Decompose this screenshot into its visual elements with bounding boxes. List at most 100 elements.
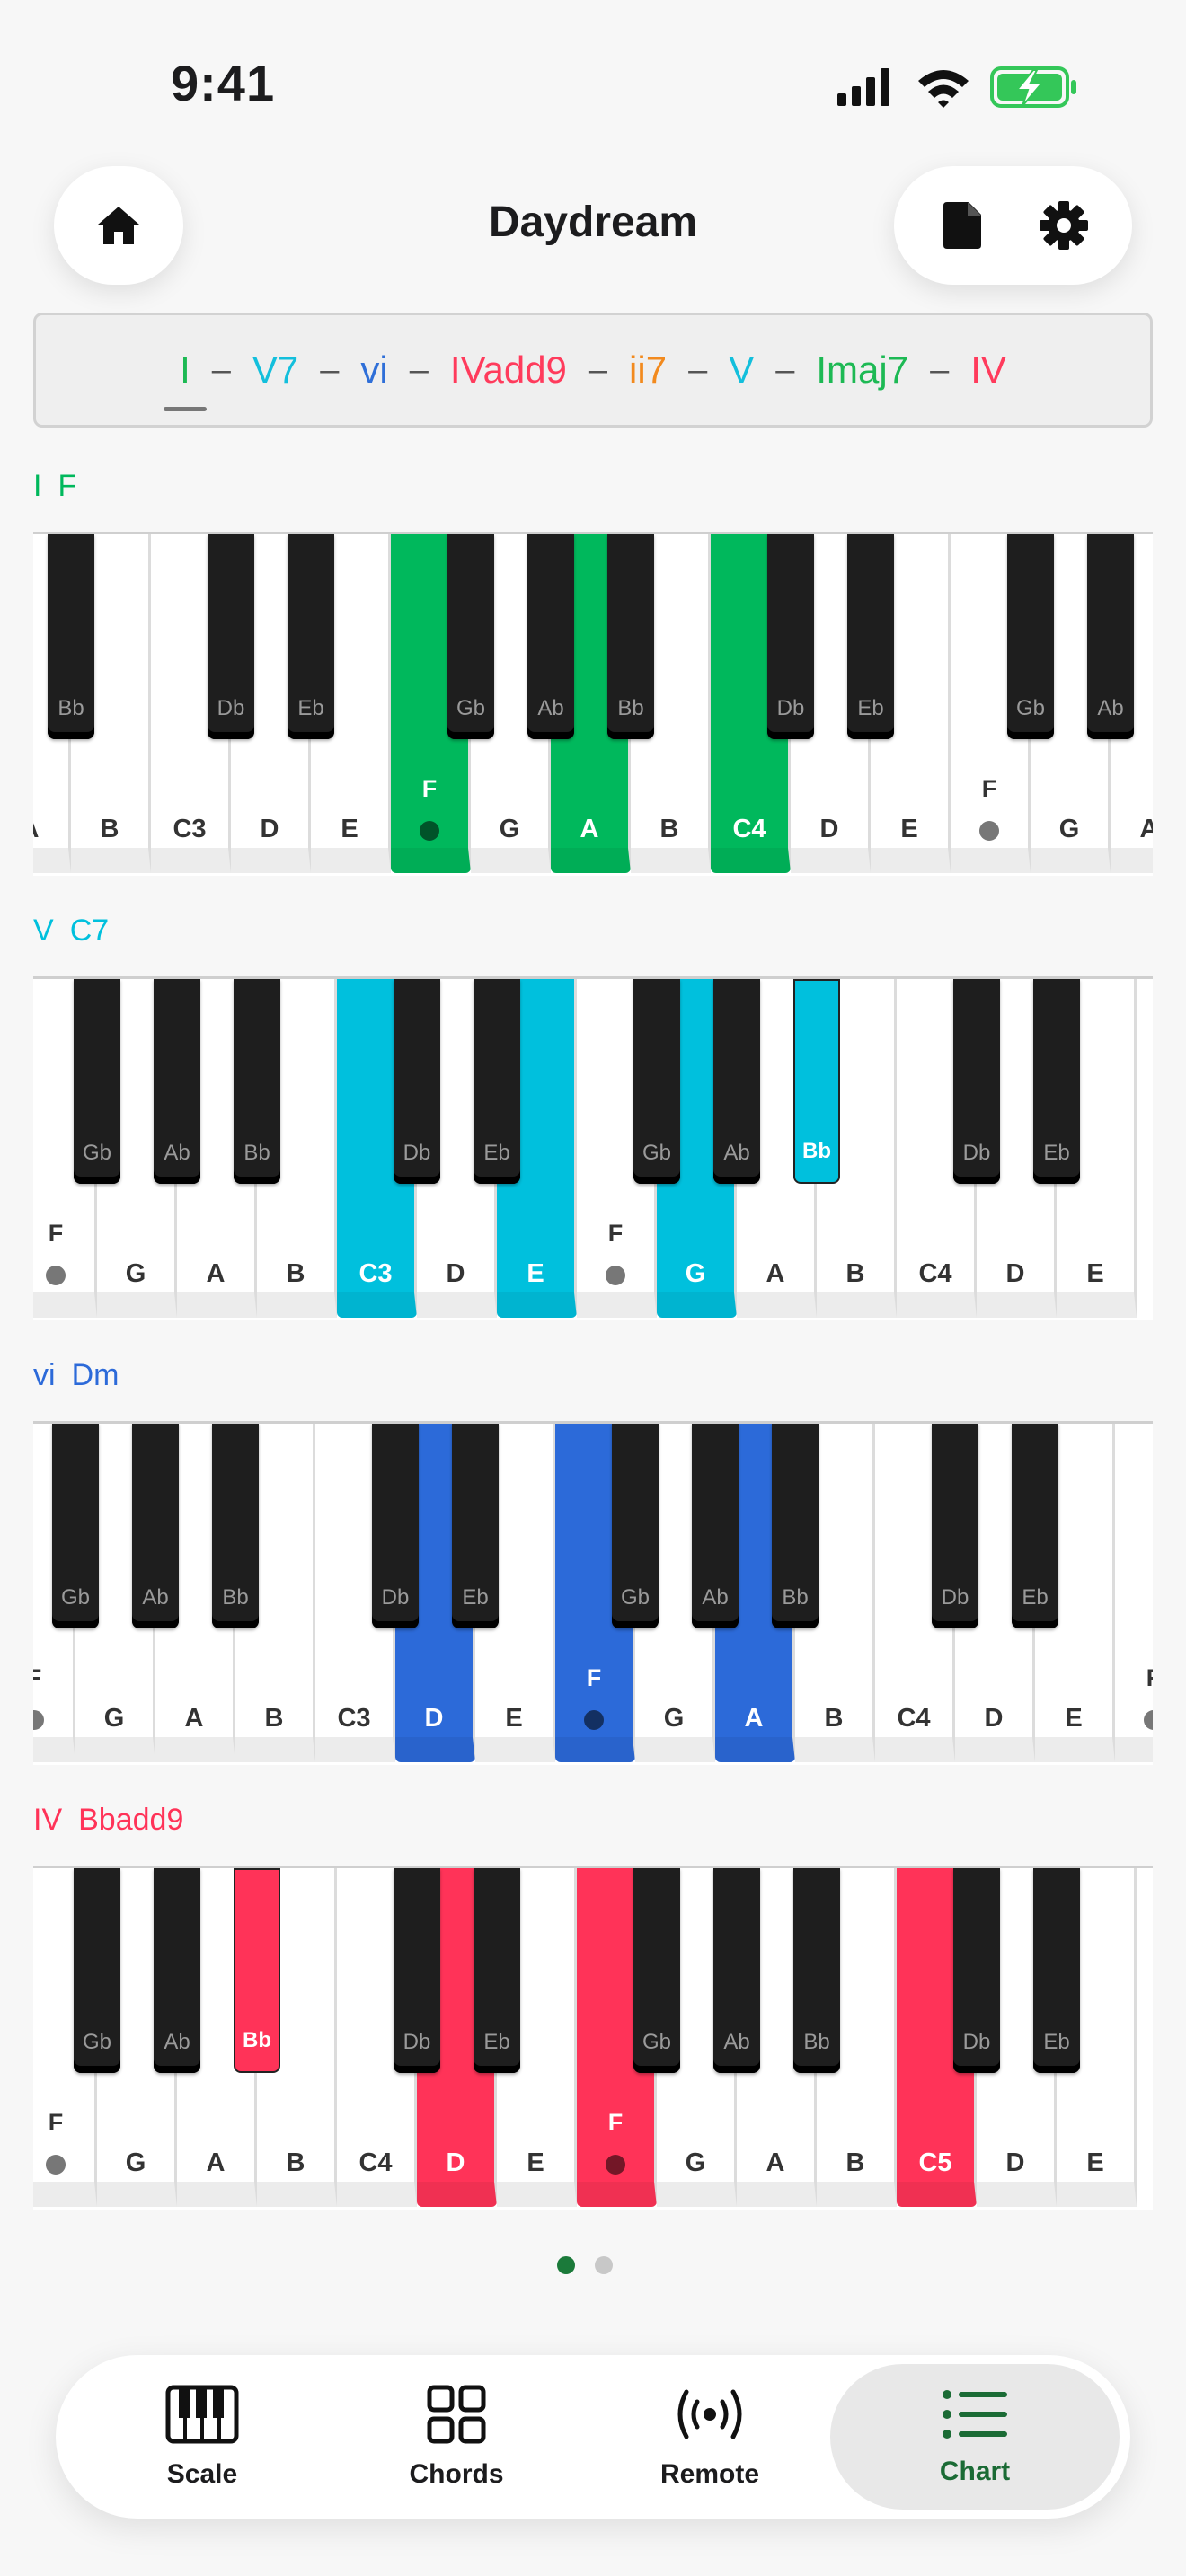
root-note-label: F <box>1115 1664 1153 1692</box>
chord-numeral: V <box>33 913 54 948</box>
white-key-label: C5 <box>918 2148 952 2177</box>
white-key-label: A <box>1111 815 1153 844</box>
tab-chords[interactable]: Chords <box>322 2364 591 2510</box>
black-key-label: Db <box>217 696 245 720</box>
black-key[interactable]: Db <box>208 534 254 739</box>
black-key[interactable]: Eb <box>474 1868 520 2073</box>
black-key[interactable]: Eb <box>1033 979 1080 1184</box>
black-key[interactable]: Gb <box>1007 534 1054 739</box>
tab-remote[interactable]: Remote <box>575 2364 845 2510</box>
black-key[interactable]: Bb <box>793 979 840 1184</box>
black-key-label: Ab <box>142 1585 169 1610</box>
white-key-label: A <box>580 815 599 843</box>
black-key-label: Ab <box>164 2030 190 2054</box>
black-key[interactable]: Bb <box>607 534 654 739</box>
piano-keyboard[interactable]: A B C3 D E F G A B C4 D E F G A Bb Db Eb Gb Ab Bb Db Eb Gb Ab <box>33 532 1153 876</box>
progression-separator: – <box>688 350 708 389</box>
white-key-label: A <box>744 1704 764 1733</box>
black-key[interactable]: Bb <box>772 1424 819 1628</box>
black-key[interactable]: Eb <box>1033 1868 1080 2073</box>
black-key[interactable]: Ab <box>154 979 200 1184</box>
black-key[interactable]: Ab <box>1087 534 1134 739</box>
white-key-label: B <box>659 815 679 843</box>
black-key[interactable]: Ab <box>132 1424 179 1628</box>
black-key[interactable]: Db <box>932 1424 978 1628</box>
black-key[interactable]: Bb <box>234 1868 280 2073</box>
gear-icon <box>1039 201 1088 250</box>
black-key[interactable]: Gb <box>633 979 680 1184</box>
white-key-label: C3 <box>173 815 207 843</box>
black-key[interactable]: Db <box>394 979 440 1184</box>
root-marker-dot <box>1144 1710 1153 1730</box>
home-button[interactable] <box>54 166 183 285</box>
black-key[interactable]: Gb <box>74 979 120 1184</box>
black-key[interactable]: Ab <box>692 1424 739 1628</box>
black-key-label: Gb <box>1015 696 1045 720</box>
root-marker-dot <box>420 821 439 841</box>
black-key[interactable]: Ab <box>713 1868 760 2073</box>
screen: 9:41 Daydream I – V7 – vi – IVadd9 – ii7… <box>0 0 1186 2576</box>
black-key[interactable]: Bb <box>793 1868 840 2073</box>
progression-chord[interactable]: V7 <box>247 348 304 392</box>
piano-keyboard[interactable]: F G A B C4 D E F G A B C5 D E Gb Ab Bb Db Eb Gb Ab Bb Db Eb <box>33 1866 1153 2210</box>
piano-icon <box>165 2385 239 2448</box>
progression-chord[interactable]: ii7 <box>624 348 672 392</box>
black-key[interactable]: Db <box>953 1868 1000 2073</box>
progression-chord[interactable]: vi <box>355 348 393 392</box>
white-key[interactable]: F <box>1115 1424 1153 1762</box>
progression-chord[interactable]: IV <box>965 348 1012 392</box>
black-key[interactable]: Eb <box>288 534 334 739</box>
page-dot[interactable] <box>557 2256 575 2274</box>
progression-chord[interactable]: IVadd9 <box>445 348 572 392</box>
piano-keyboard[interactable]: F G A B C3 D E F G A B C4 D E Gb Ab Bb Db Eb Gb Ab Bb Db Eb <box>33 976 1153 1320</box>
black-key[interactable]: Gb <box>52 1424 99 1628</box>
black-key[interactable]: Gb <box>633 1868 680 2073</box>
black-key[interactable]: Ab <box>154 1868 200 2073</box>
black-key[interactable]: Eb <box>847 534 894 739</box>
black-key-label: Db <box>776 696 805 720</box>
page-indicator[interactable] <box>557 2256 629 2278</box>
progression-chord[interactable]: Imaj7 <box>810 348 914 392</box>
chord-numeral: I <box>33 469 42 503</box>
black-key-label: Gb <box>60 1585 90 1610</box>
white-key-label: A <box>184 1704 204 1733</box>
black-key-label: Gb <box>456 696 485 720</box>
document-button[interactable] <box>931 194 994 257</box>
black-key[interactable]: Db <box>767 534 814 739</box>
status-time: 9:41 <box>171 55 276 111</box>
black-key[interactable]: Bb <box>48 534 94 739</box>
document-icon <box>943 202 982 249</box>
page-dot[interactable] <box>595 2256 613 2274</box>
black-key[interactable]: Ab <box>713 979 760 1184</box>
black-key[interactable]: Gb <box>612 1424 659 1628</box>
black-key[interactable]: Db <box>394 1868 440 2073</box>
black-key[interactable]: Bb <box>234 979 280 1184</box>
progression-chord[interactable]: I <box>164 348 207 411</box>
black-key-label: Eb <box>483 2030 510 2054</box>
black-key-label: Gb <box>82 2030 111 2054</box>
tab-scale[interactable]: Scale <box>67 2364 337 2510</box>
tab-chart[interactable]: Chart <box>830 2364 1120 2510</box>
black-key[interactable]: Eb <box>1012 1424 1058 1628</box>
root-marker-dot <box>46 1266 66 1285</box>
black-key[interactable]: Db <box>372 1424 419 1628</box>
settings-button[interactable] <box>1032 194 1095 257</box>
list-icon <box>941 2387 1009 2446</box>
black-key[interactable]: Gb <box>447 534 494 739</box>
black-key-label: Ab <box>702 1585 729 1610</box>
black-key[interactable]: Db <box>953 979 1000 1184</box>
white-key-label: B <box>845 2148 865 2177</box>
root-note-label: F <box>607 2109 624 2136</box>
black-key[interactable]: Eb <box>452 1424 499 1628</box>
progression-separator: – <box>320 350 340 389</box>
white-key-label: C3 <box>337 1704 371 1733</box>
black-key[interactable]: Ab <box>527 534 574 739</box>
progression-chord[interactable]: V <box>723 348 759 392</box>
black-key[interactable]: Bb <box>212 1424 259 1628</box>
black-key[interactable]: Eb <box>474 979 520 1184</box>
piano-keyboard[interactable]: F G A B C3 D E F G A B C4 D E F Gb Ab Bb Db Eb Gb Ab Bb Db Eb <box>33 1421 1153 1765</box>
tab-label: Chart <box>939 2456 1011 2486</box>
black-key-label: Bb <box>803 2030 830 2054</box>
black-key-label: Db <box>962 1141 991 1165</box>
black-key[interactable]: Gb <box>74 1868 120 2073</box>
